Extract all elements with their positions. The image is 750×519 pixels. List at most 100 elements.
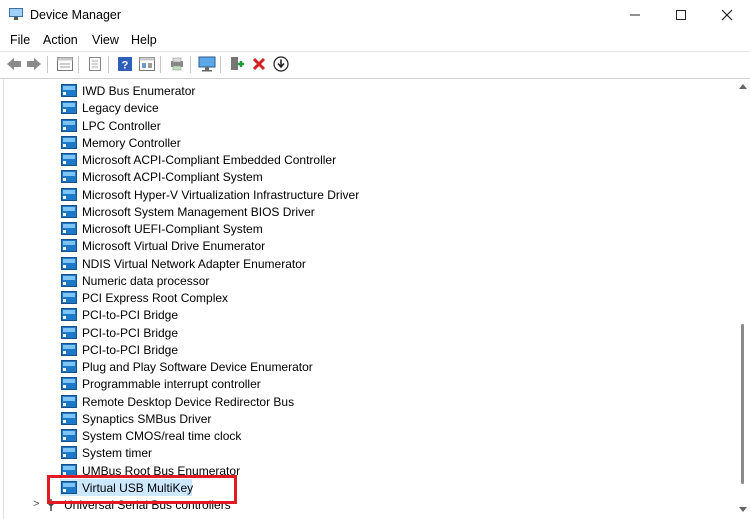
system-device-icon [61, 153, 77, 166]
device-row[interactable]: PCI Express Root Complex [4, 289, 704, 306]
download-button[interactable] [272, 55, 290, 73]
device-label: Memory Controller [82, 135, 181, 150]
system-device-icon [61, 429, 77, 442]
device-row[interactable]: System timer [4, 444, 704, 461]
menu-view[interactable]: View [92, 33, 119, 47]
device-tree[interactable]: IWD Bus Enumerator Legacy device LPC Contr… [3, 79, 737, 519]
system-device-icon [61, 308, 77, 322]
close-button[interactable] [704, 0, 750, 30]
delete-icon [252, 57, 266, 71]
device-label: PCI-to-PCI Bridge [82, 342, 179, 357]
device-label: Microsoft UEFI-Compliant System [82, 222, 263, 236]
window-title: Device Manager [30, 8, 122, 22]
toolbar-separator [47, 56, 48, 73]
device-row[interactable]: PCI-to-PCI Bridge [4, 306, 704, 323]
minimize-icon [630, 14, 640, 16]
minimize-button[interactable] [612, 0, 658, 30]
system-device-icon [61, 342, 77, 356]
selection-highlight-box [47, 475, 237, 504]
scrollbar-thumb[interactable] [741, 324, 744, 484]
device-label: Microsoft Hyper-V Virtualization Infrast… [82, 187, 360, 202]
device-row[interactable]: Microsoft Virtual Drive Enumerator [4, 237, 704, 254]
system-device-icon [61, 118, 77, 132]
forward-button[interactable] [25, 55, 43, 73]
device-label: IWD Bus Enumerator [82, 84, 196, 98]
svg-text:?: ? [122, 60, 129, 72]
system-device-icon [61, 204, 77, 218]
back-button[interactable] [5, 55, 23, 73]
device-row[interactable]: Microsoft ACPI-Compliant Embedded Contro… [4, 151, 704, 168]
system-device-icon [61, 256, 77, 270]
menu-file[interactable]: File [10, 33, 30, 47]
device-label: NDIS Virtual Network Adapter Enumerator [82, 256, 306, 271]
print-button[interactable] [168, 55, 186, 73]
download-icon [273, 56, 289, 72]
forward-icon [27, 58, 41, 70]
system-device-icon [61, 239, 77, 253]
print-icon [171, 57, 183, 71]
device-label: Microsoft ACPI-Compliant System [82, 170, 263, 185]
maximize-icon [676, 10, 686, 20]
scroll-down-icon[interactable] [739, 507, 747, 513]
toolbar-separator [108, 56, 109, 73]
monitor-button[interactable] [198, 55, 216, 73]
system-device-icon [61, 135, 77, 149]
device-row[interactable]: Microsoft Hyper-V Virtualization Infrast… [4, 186, 704, 203]
back-icon [7, 58, 21, 70]
vertical-scrollbar[interactable] [736, 79, 750, 519]
maximize-button[interactable] [658, 0, 704, 30]
console-button[interactable] [138, 55, 156, 73]
device-row[interactable]: Synaptics SMBus Driver [4, 410, 704, 427]
device-row[interactable]: System CMOS/real time clock [4, 427, 704, 444]
device-label: System CMOS/real time clock [82, 429, 242, 443]
system-device-icon [61, 377, 77, 391]
system-device-icon [61, 170, 77, 184]
device-row[interactable]: Plug and Play Software Device Enumerator [4, 358, 704, 375]
system-device-icon [61, 187, 77, 201]
system-device-icon [61, 84, 77, 97]
device-row[interactable]: PCI-to-PCI Bridge [4, 341, 704, 358]
device-label: Synaptics SMBus Driver [82, 411, 212, 426]
device-label: LPC Controller [82, 118, 161, 133]
device-row[interactable]: Legacy device [4, 99, 704, 116]
device-row[interactable]: Numeric data processor [4, 272, 704, 289]
title-bar: Device Manager [0, 0, 750, 30]
expand-arrow-icon[interactable]: > [33, 498, 39, 510]
delete-button[interactable] [250, 55, 268, 73]
system-device-icon [61, 273, 77, 287]
device-label: Plug and Play Software Device Enumerator [82, 360, 313, 374]
system-device-icon [61, 325, 77, 339]
system-device-icon [61, 360, 77, 373]
device-label: Legacy device [82, 101, 159, 116]
device-label: Microsoft ACPI-Compliant Embedded Contro… [82, 153, 337, 167]
device-label: PCI-to-PCI Bridge [82, 308, 179, 323]
device-row[interactable]: Memory Controller [4, 134, 704, 151]
properties-list-button[interactable] [56, 55, 74, 73]
system-device-icon [61, 394, 77, 408]
device-row[interactable]: NDIS Virtual Network Adapter Enumerator [4, 255, 704, 272]
system-device-icon [61, 411, 77, 425]
device-row[interactable]: Microsoft System Management BIOS Driver [4, 203, 704, 220]
device-row[interactable]: IWD Bus Enumerator [4, 82, 704, 99]
device-label: PCI Express Root Complex [82, 291, 229, 305]
device-label: Numeric data processor [82, 273, 210, 288]
help-button[interactable]: ? [116, 55, 134, 73]
device-row[interactable]: LPC Controller [4, 117, 704, 134]
device-row[interactable]: Remote Desktop Device Redirector Bus [4, 393, 704, 410]
toolbar: ? [0, 51, 750, 79]
device-row[interactable]: Microsoft ACPI-Compliant System [4, 168, 704, 185]
system-device-icon [61, 291, 77, 304]
menu-help[interactable]: Help [131, 33, 157, 47]
update-button[interactable] [86, 55, 104, 73]
scroll-up-icon[interactable] [739, 83, 747, 89]
device-label: PCI-to-PCI Bridge [82, 325, 179, 340]
device-row[interactable]: Programmable interrupt controller [4, 375, 704, 392]
device-row[interactable]: PCI-to-PCI Bridge [4, 324, 704, 341]
help-icon: ? [118, 57, 132, 72]
device-row[interactable]: Microsoft UEFI-Compliant System [4, 220, 704, 237]
enable-device-button[interactable] [228, 55, 246, 73]
toolbar-separator [78, 56, 79, 73]
menu-action[interactable]: Action [43, 33, 78, 47]
console-icon [139, 57, 155, 71]
menu-bar: File Action View Help [0, 30, 750, 51]
